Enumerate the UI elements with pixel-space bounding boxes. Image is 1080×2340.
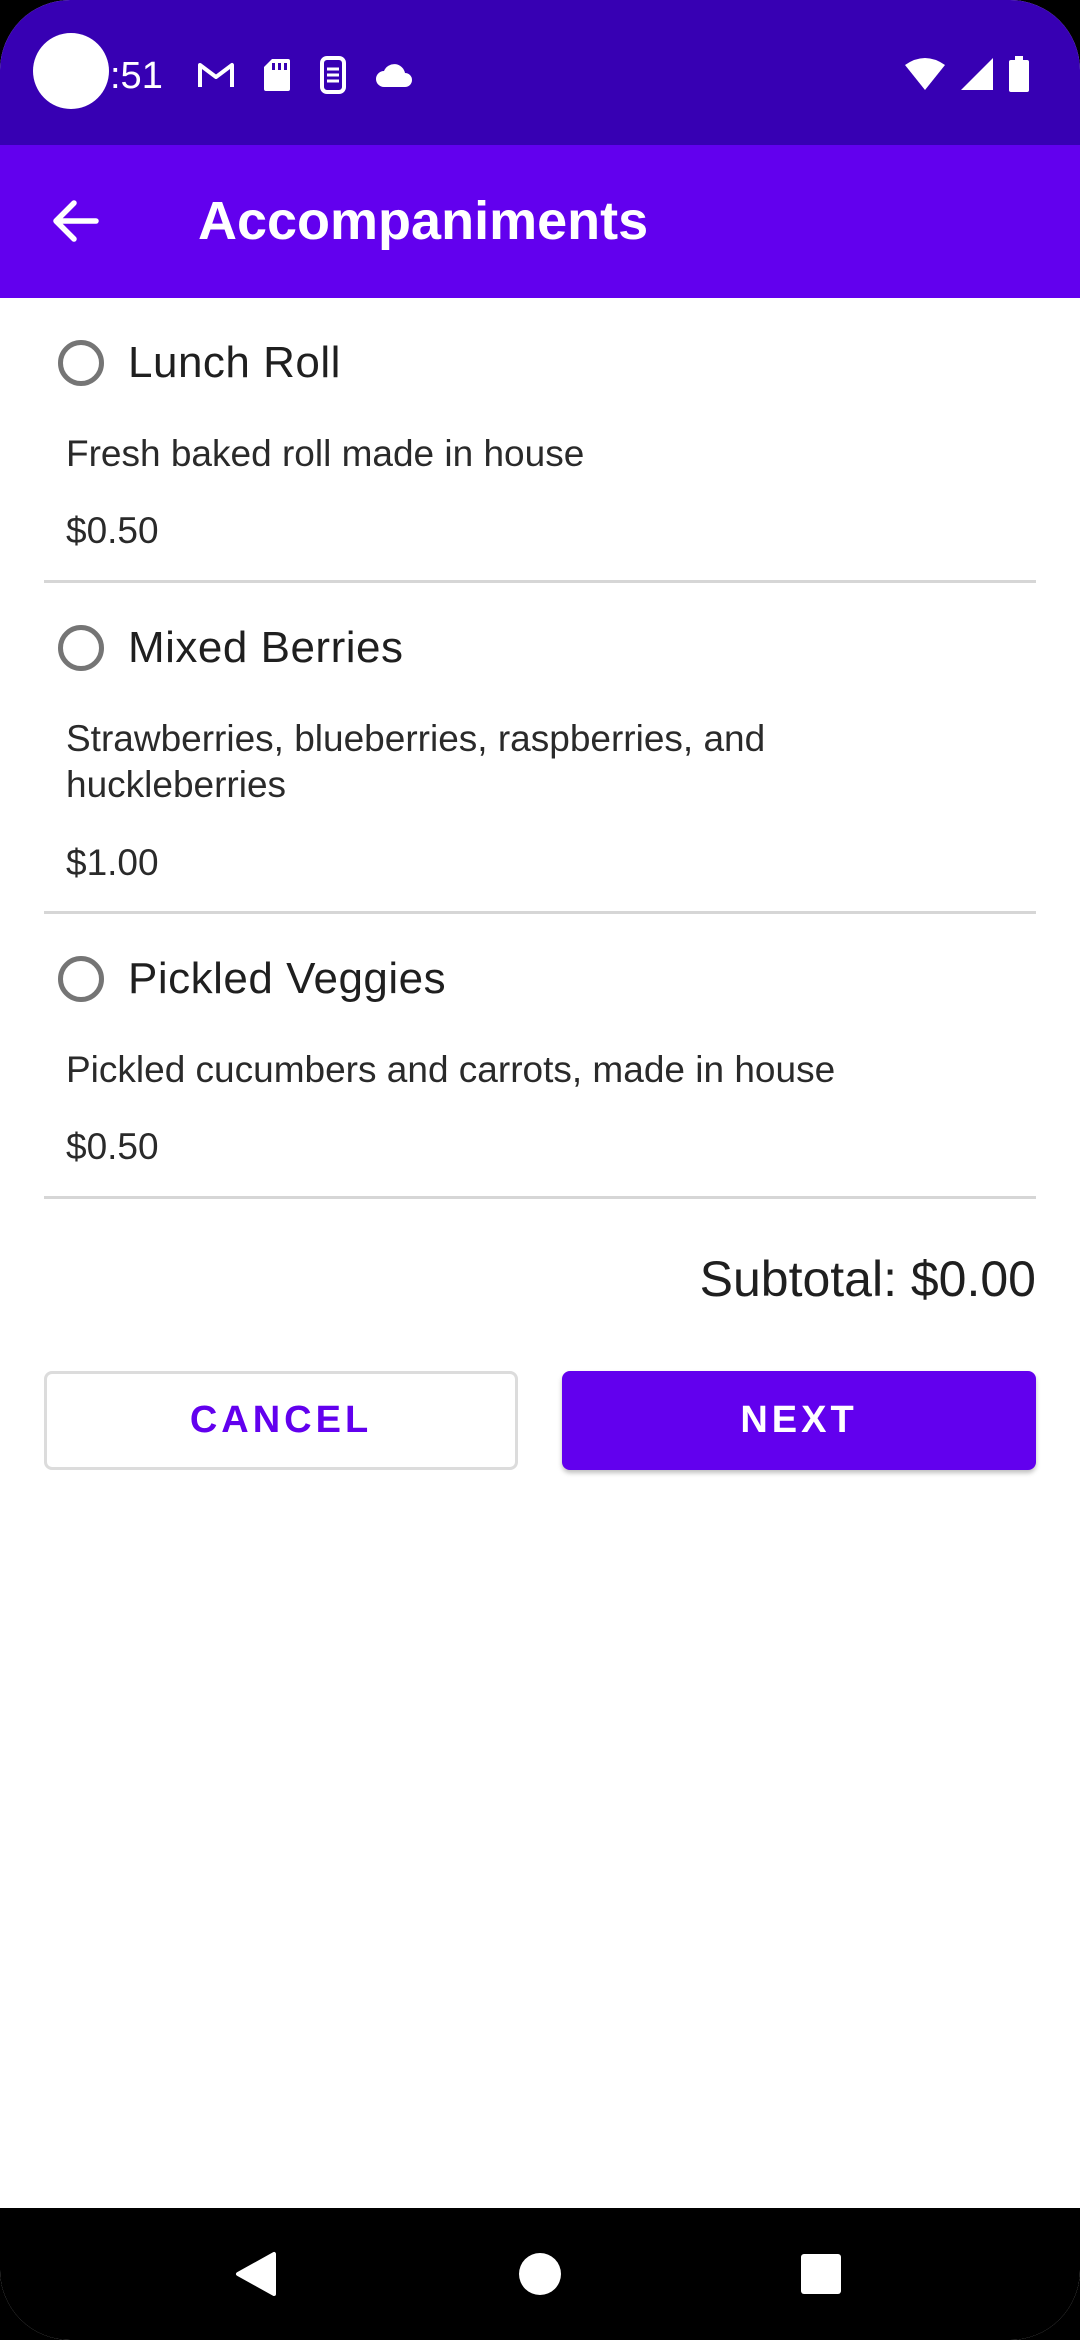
item-price: $0.50: [66, 510, 159, 551]
radio-button[interactable]: [58, 340, 104, 386]
list-item: Mixed Berries Strawberries, blueberries,…: [44, 583, 1036, 914]
status-bar: :51: [0, 0, 1080, 145]
next-button[interactable]: NEXT: [562, 1371, 1036, 1470]
list-item: Lunch Roll Fresh baked roll made in hous…: [44, 298, 1036, 583]
signal-icon: [961, 58, 993, 90]
back-triangle-icon: [236, 2252, 276, 2296]
accompaniment-list: Lunch Roll Fresh baked roll made in hous…: [44, 298, 1036, 1199]
nav-home-button[interactable]: [495, 2232, 585, 2316]
option-mixed-berries[interactable]: Mixed Berries: [58, 621, 403, 675]
system-icons: [904, 56, 1030, 92]
recents-square-icon: [801, 2254, 841, 2294]
item-price: $0.50: [66, 1126, 159, 1167]
nav-back-button[interactable]: [211, 2232, 301, 2316]
item-description: Pickled cucumbers and carrots, made in h…: [66, 1049, 836, 1090]
nfc-icon: [320, 56, 346, 94]
item-description: Strawberries, blueberries, raspberries, …: [66, 718, 766, 805]
option-pickled-veggies[interactable]: Pickled Veggies: [58, 952, 446, 1006]
nav-recents-button[interactable]: [776, 2232, 866, 2316]
subtotal-label: Subtotal: $0.00: [699, 1251, 1036, 1307]
item-name: Lunch Roll: [128, 338, 341, 387]
list-item: Pickled Veggies Pickled cucumbers and ca…: [44, 914, 1036, 1199]
notification-icons: [196, 56, 414, 94]
status-time: :51: [110, 55, 163, 97]
camera-cutout: [33, 33, 109, 109]
screen: :51 Accompaniments Lunch Roll Fresh bake…: [0, 0, 1080, 2340]
item-name: Mixed Berries: [128, 623, 404, 672]
navigation-bar: [0, 2208, 1080, 2340]
back-button[interactable]: [30, 175, 122, 267]
gmail-icon: [198, 63, 234, 87]
wifi-icon: [905, 58, 945, 90]
item-price: $1.00: [66, 842, 159, 883]
battery-icon: [1009, 56, 1029, 92]
home-circle-icon: [519, 2253, 561, 2295]
sd-card-icon: [264, 59, 290, 91]
arrow-back-icon: [53, 200, 99, 242]
option-lunch-roll[interactable]: Lunch Roll: [58, 336, 341, 390]
page-title: Accompaniments: [198, 191, 649, 251]
item-name: Pickled Veggies: [128, 954, 447, 1003]
app-bar: Accompaniments: [0, 145, 1080, 298]
radio-button[interactable]: [58, 625, 104, 671]
item-description: Fresh baked roll made in house: [66, 433, 585, 474]
cloud-icon: [376, 64, 412, 87]
radio-button[interactable]: [58, 956, 104, 1002]
cancel-button[interactable]: CANCEL: [44, 1371, 518, 1470]
